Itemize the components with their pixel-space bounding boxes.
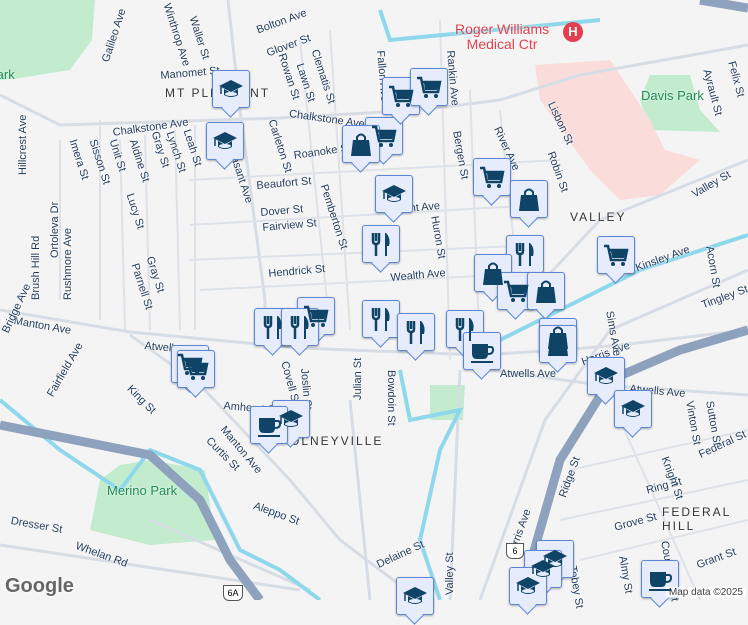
map-marker-school[interactable] — [587, 357, 625, 395]
neighborhood-valley: VALLEY — [570, 210, 627, 224]
school-icon — [219, 80, 243, 97]
street-label: Hillcrest Ave — [17, 114, 29, 175]
school-icon — [403, 587, 427, 604]
shopping-cart-icon — [604, 244, 629, 266]
map-marker-shopping-cart[interactable] — [497, 272, 535, 310]
dining-icon — [406, 321, 425, 344]
park-label-partial[interactable]: Park — [0, 67, 15, 82]
google-logo: Google — [5, 575, 74, 597]
map-marker-school[interactable] — [396, 577, 434, 615]
map-marker-shopping-bag[interactable] — [342, 125, 380, 163]
street-label: Valley St — [444, 552, 456, 595]
street-label: Atwells Ave — [500, 368, 557, 380]
map-marker-coffee[interactable] — [641, 560, 679, 598]
map-marker-coffee[interactable] — [463, 332, 501, 370]
shopping-bag-icon — [536, 280, 556, 303]
shopping-cart-icon — [417, 76, 442, 98]
map-marker-school[interactable] — [212, 70, 250, 108]
hospital-poi[interactable]: Roger Williams Medical Ctr — [455, 22, 549, 52]
route-6a-shield: 6A — [223, 585, 243, 601]
hospital-icon[interactable]: H — [563, 22, 583, 42]
street-label: Bowdoin St — [385, 370, 397, 426]
hospital-name-line2: Medical Ctr — [466, 36, 538, 52]
hospital-name-line1: Roger Williams — [455, 21, 550, 37]
map-marker-shopping-bag[interactable] — [527, 272, 565, 310]
park-label-davis[interactable]: Davis Park — [641, 88, 704, 103]
map-marker-shopping-bag[interactable] — [539, 325, 577, 363]
street-label: Ortoleva Dr — [49, 201, 61, 258]
shopping-cart-icon — [504, 280, 529, 302]
coffee-icon — [258, 418, 282, 437]
shopping-cart-icon — [184, 358, 209, 380]
map-marker-school[interactable] — [509, 567, 547, 605]
street-label: Rushmore Ave — [62, 228, 74, 300]
map-attribution[interactable]: Map data ©2025 — [665, 587, 746, 598]
map-marker-school[interactable] — [614, 390, 652, 428]
street-label: Brush Hill Rd — [30, 235, 42, 300]
shopping-cart-icon — [480, 166, 505, 188]
coffee-icon — [471, 344, 495, 363]
map-marker-dining[interactable] — [362, 225, 400, 263]
route-6-shield: 6 — [506, 543, 524, 559]
map-marker-shopping-cart[interactable] — [473, 158, 511, 196]
map-marker-dining[interactable] — [397, 313, 435, 351]
school-icon — [594, 367, 618, 384]
school-icon — [213, 132, 237, 149]
map-marker-dining[interactable] — [281, 308, 319, 346]
dining-icon — [290, 316, 309, 339]
dining-icon — [371, 308, 390, 331]
map-marker-shopping-cart[interactable] — [597, 236, 635, 274]
shopping-cart-icon — [389, 85, 414, 107]
shopping-bag-icon — [351, 133, 371, 156]
school-icon — [382, 185, 406, 202]
school-icon — [516, 577, 540, 594]
map-marker-shopping-cart[interactable] — [177, 350, 215, 388]
map-marker-dining[interactable] — [506, 235, 544, 273]
map-marker-coffee[interactable] — [250, 406, 288, 444]
neighborhood-federal-hill: FEDERAL HILL — [662, 505, 731, 533]
dining-icon — [515, 243, 534, 266]
coffee-icon — [649, 572, 673, 591]
map-marker-dining[interactable] — [362, 300, 400, 338]
park-label-merino[interactable]: Merino Park — [107, 483, 177, 498]
school-icon — [621, 400, 645, 417]
shopping-bag-icon — [519, 188, 539, 211]
map-marker-school[interactable] — [206, 122, 244, 160]
shopping-bag-icon — [548, 333, 568, 356]
map-marker-school[interactable] — [375, 175, 413, 213]
street-label: Julian St — [352, 357, 364, 400]
dining-icon — [263, 316, 282, 339]
map-marker-shopping-bag[interactable] — [510, 180, 548, 218]
map-marker-shopping-cart[interactable] — [410, 68, 448, 106]
dining-icon — [371, 233, 390, 256]
